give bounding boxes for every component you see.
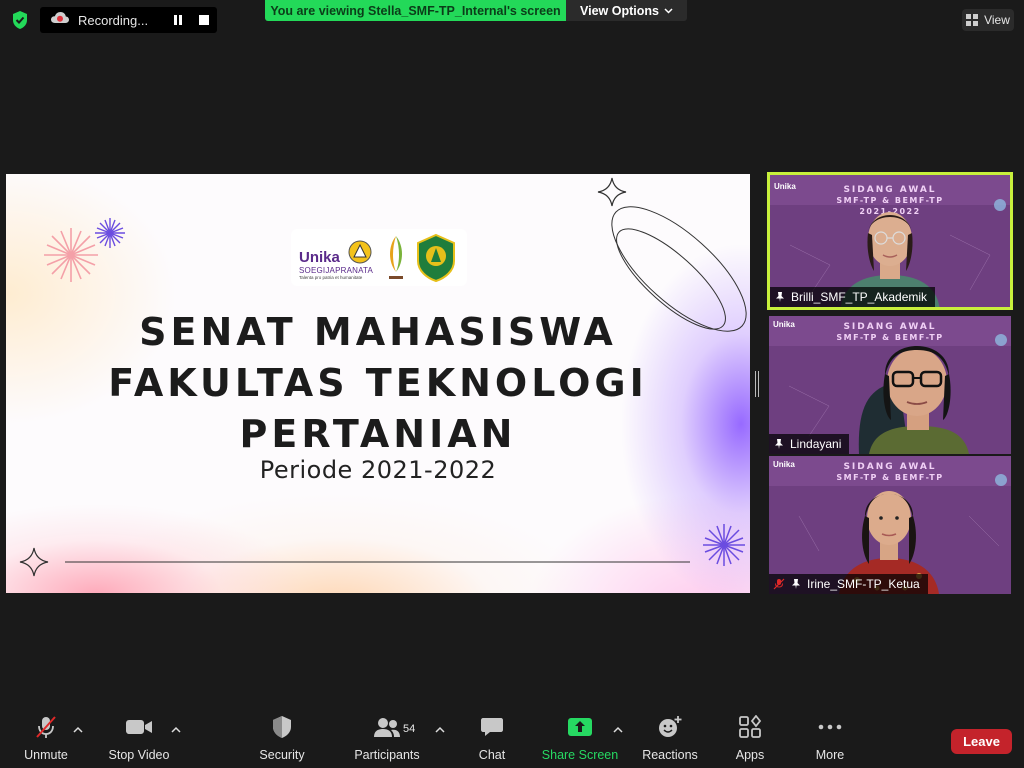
apps-button[interactable]: Apps xyxy=(729,712,771,768)
more-dots-icon xyxy=(818,724,842,730)
view-options-button[interactable]: View Options xyxy=(566,0,687,21)
encryption-shield-icon[interactable] xyxy=(10,10,30,30)
view-button[interactable]: View xyxy=(962,9,1014,31)
participant-name-bar: Lindayani xyxy=(769,434,850,454)
logo-strip: Unika SOEGIJAPRANATA Talenta pro patria … xyxy=(291,229,467,286)
leave-meeting-button[interactable]: Leave xyxy=(951,729,1012,754)
stop-video-button[interactable]: Stop Video xyxy=(104,712,174,768)
tile-bg-subtitle: SMF-TP & BEMF-TP xyxy=(836,196,943,205)
recording-label: Recording... xyxy=(78,12,149,28)
shared-screen-slide[interactable]: Unika SOEGIJAPRANATA Talenta pro patria … xyxy=(6,174,750,593)
tile-bg-title: SIDANG AWAL xyxy=(843,185,936,195)
chat-label: Chat xyxy=(478,748,506,762)
university-seal-icon xyxy=(348,240,372,264)
logo-tagline: Talenta pro patria et humanitate xyxy=(299,275,363,280)
apps-grid-icon xyxy=(739,715,762,738)
share-screen-arrow-icon xyxy=(568,718,592,736)
participants-options-chevron-up-icon[interactable] xyxy=(435,726,445,734)
tile-bg-logo: Unika xyxy=(773,320,795,329)
security-button[interactable]: Security xyxy=(254,712,310,768)
tile-bg-subtitle: SMF-TP & BEMF-TP xyxy=(836,473,943,482)
pink-starburst-icon xyxy=(44,228,98,282)
recording-indicator: Recording... xyxy=(40,7,217,33)
pin-icon xyxy=(792,579,800,589)
share-screen-label: Share Screen xyxy=(541,748,619,762)
pause-icon xyxy=(174,15,182,25)
unika-logo-text: Unika xyxy=(299,249,340,266)
slide-title-line: FAKULTAS TEKNOLOGI xyxy=(108,361,648,405)
stop-video-label: Stop Video xyxy=(108,748,170,762)
security-shield-icon xyxy=(273,716,291,738)
sparkle-icon xyxy=(19,547,49,577)
share-screen-button[interactable]: Share Screen xyxy=(541,712,619,768)
audio-options-chevron-up-icon[interactable] xyxy=(73,726,83,734)
cloud-recording-icon xyxy=(50,10,70,31)
grid-view-icon xyxy=(966,14,979,26)
participant-video-tile[interactable]: SIDANG AWAL SMF-TP & BEMF-TP Unika Irine… xyxy=(769,456,1011,594)
muted-mic-icon xyxy=(773,578,785,590)
reaction-smiley-icon xyxy=(659,716,682,737)
stop-recording-button[interactable] xyxy=(191,7,217,33)
stop-icon xyxy=(199,15,209,25)
zoom-meeting-window: Recording... You are viewing Stella_SMF-… xyxy=(0,0,1024,768)
slide-title-line: SENAT MAHASISWA xyxy=(139,310,617,354)
tile-bg-title: SIDANG AWAL xyxy=(843,322,936,332)
panel-resize-handle[interactable] xyxy=(754,371,760,397)
unmute-button[interactable]: Unmute xyxy=(18,712,74,768)
participant-name: Irine_SMF-TP_Ketua xyxy=(807,577,920,591)
pin-icon xyxy=(776,292,784,302)
tile-bg-logo: Unika xyxy=(774,182,796,191)
video-options-chevron-up-icon[interactable] xyxy=(171,726,181,734)
slide-subtitle: Periode 2021-2022 xyxy=(259,456,497,484)
screen-share-banner: You are viewing Stella_SMF-TP_Internal's… xyxy=(265,0,566,21)
more-button[interactable]: More xyxy=(809,712,851,768)
participant-count-badge: 54 xyxy=(403,723,416,735)
participant-name-bar: Brilli_SMF_TP_Akademik xyxy=(770,287,936,307)
participant-name-bar: Irine_SMF-TP_Ketua xyxy=(769,574,928,594)
purple-starburst-icon xyxy=(95,218,125,248)
purple-starburst-icon xyxy=(703,524,745,566)
pin-icon xyxy=(775,439,783,449)
share-options-chevron-up-icon[interactable] xyxy=(613,726,623,734)
participant-name: Lindayani xyxy=(790,437,842,451)
tile-bg-title: SIDANG AWAL xyxy=(843,462,936,472)
tile-bg-logo: Unika xyxy=(773,460,795,469)
slide-title: SENAT MAHASISWA FAKULTAS TEKNOLOGI PERTA… xyxy=(6,307,750,460)
reactions-button[interactable]: Reactions xyxy=(640,712,700,768)
tile-bg-subtitle: SMF-TP & BEMF-TP xyxy=(836,333,943,342)
participant-name: Brilli_SMF_TP_Akademik xyxy=(791,290,928,304)
more-label: More xyxy=(815,748,845,762)
meeting-toolbar: Unmute Stop Video Security Participants … xyxy=(0,712,1024,768)
faculty-logo-icon xyxy=(389,236,403,279)
soegijapranata-logo-text: SOEGIJAPRANATA xyxy=(299,266,374,275)
pause-recording-button[interactable] xyxy=(165,7,191,33)
chat-bubble-icon xyxy=(481,718,503,736)
chat-button[interactable]: Chat xyxy=(467,712,517,768)
video-camera-icon xyxy=(126,720,152,734)
view-options-label: View Options xyxy=(580,3,659,18)
apps-label: Apps xyxy=(735,748,765,762)
participants-button[interactable]: Participants xyxy=(352,712,422,768)
slide-title-line: PERTANIAN xyxy=(239,412,517,456)
participants-label: Participants xyxy=(354,748,420,762)
view-label: View xyxy=(984,13,1010,27)
reactions-label: Reactions xyxy=(642,748,698,762)
participants-icon xyxy=(374,718,400,737)
participant-video-tile[interactable]: SIDANG AWAL SMF-TP & BEMF-TP 2021-2022 U… xyxy=(767,172,1013,310)
sparkle-icon xyxy=(597,177,627,207)
security-label: Security xyxy=(259,748,305,762)
muted-microphone-icon xyxy=(36,716,56,738)
student-senate-emblem-icon xyxy=(417,233,455,283)
participant-video-tile[interactable]: SIDANG AWAL SMF-TP & BEMF-TP Unika Linda… xyxy=(769,316,1011,454)
unmute-label: Unmute xyxy=(24,748,68,762)
chevron-down-icon xyxy=(664,7,673,14)
